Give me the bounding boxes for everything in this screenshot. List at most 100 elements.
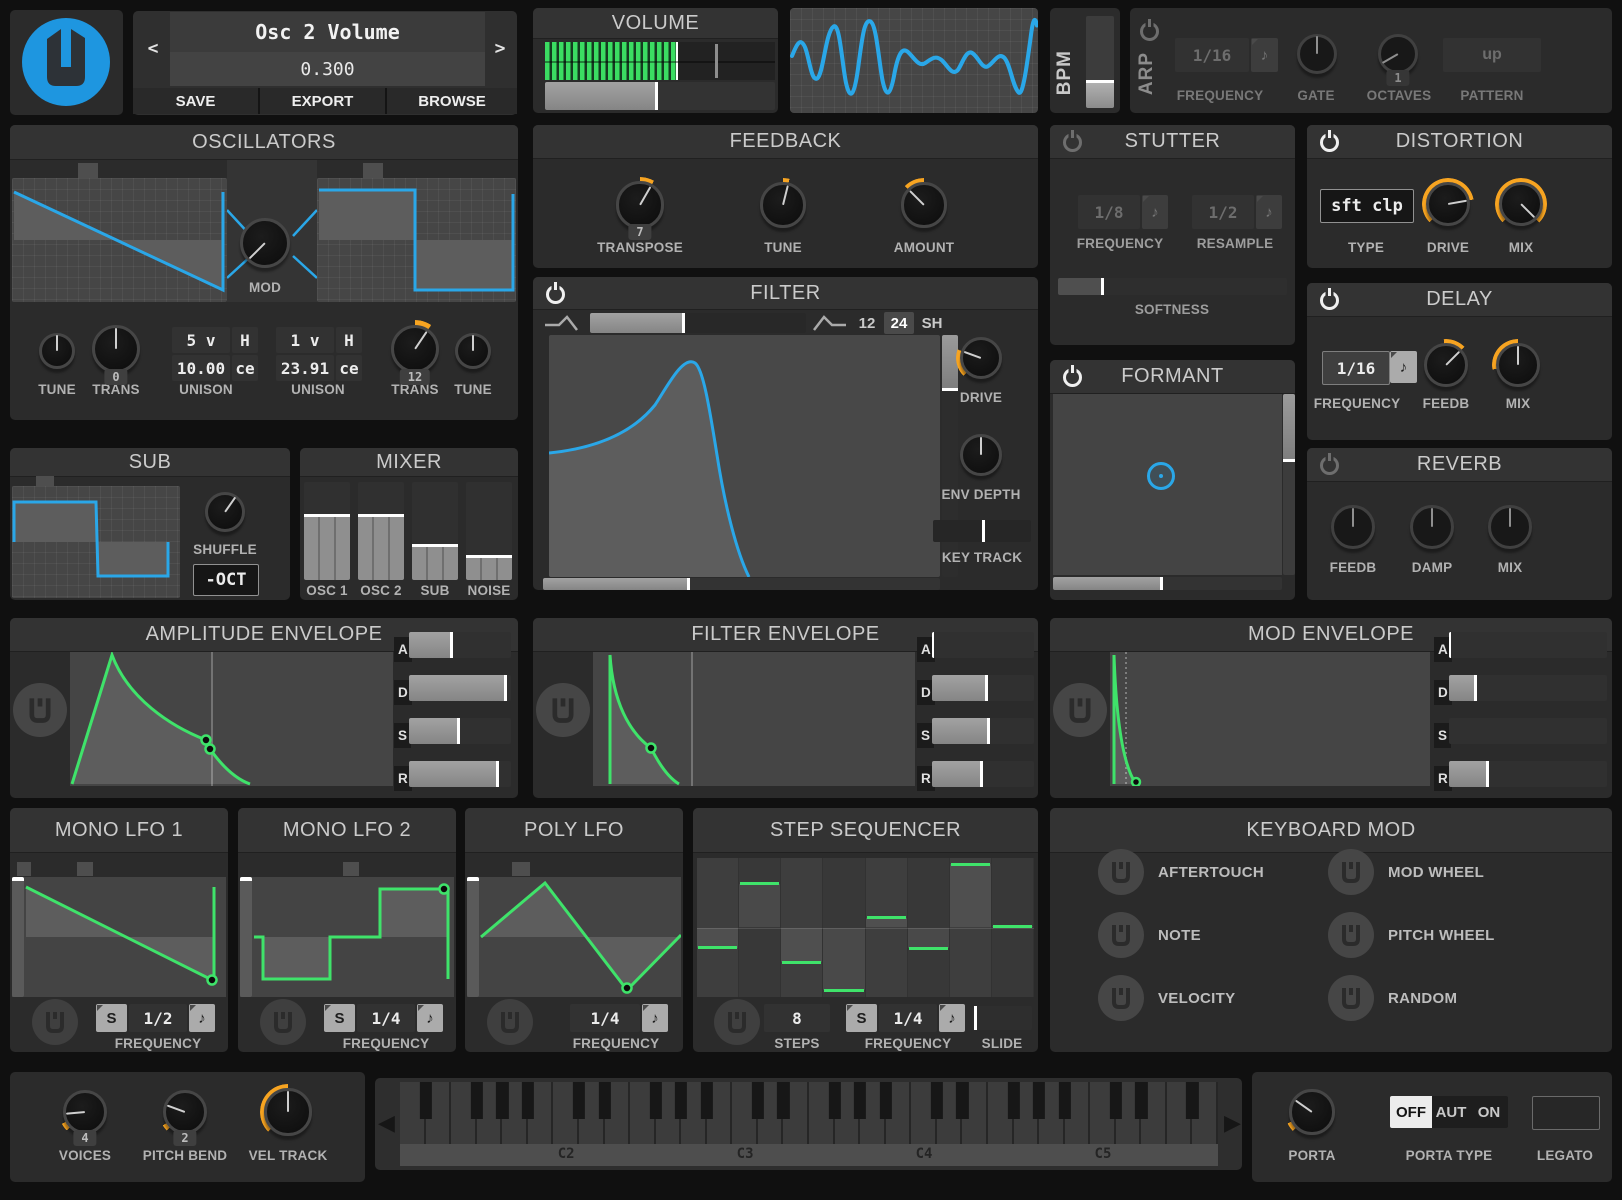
patch-prev-button[interactable]: < — [138, 28, 168, 68]
osc2-unison-voices[interactable]: 1 v — [276, 327, 334, 353]
arp-power-button[interactable] — [1140, 19, 1159, 41]
white-key[interactable] — [604, 1082, 631, 1144]
filter-env-release-slider[interactable] — [932, 761, 1034, 787]
osc1-harmonize-button[interactable]: H — [232, 327, 258, 353]
white-key[interactable] — [553, 1082, 579, 1144]
white-key[interactable] — [1090, 1082, 1116, 1144]
osc1-wave-display[interactable] — [12, 178, 227, 302]
arp-gate-knob[interactable] — [1293, 30, 1341, 78]
seq-step-7[interactable] — [949, 858, 992, 997]
lfo2-note-icon[interactable]: ♪ — [417, 1004, 443, 1032]
white-key[interactable] — [809, 1082, 835, 1144]
lfo1-mod-button[interactable] — [32, 999, 78, 1045]
white-key[interactable] — [706, 1082, 733, 1144]
amp-env-mod-button[interactable] — [13, 683, 67, 737]
filter-12db-button[interactable]: 12 — [853, 312, 881, 334]
white-key[interactable] — [757, 1082, 784, 1144]
white-key[interactable] — [860, 1082, 886, 1144]
porta-type-selector[interactable]: OFF AUT ON — [1390, 1096, 1508, 1128]
white-key[interactable] — [502, 1082, 528, 1144]
filter-key-track-slider[interactable] — [933, 520, 1031, 542]
formant-x-slider[interactable] — [1053, 577, 1282, 590]
osc1-phase-handle[interactable] — [78, 163, 98, 178]
seq-step-6[interactable] — [907, 858, 950, 997]
step-sequencer-note-icon[interactable]: ♪ — [939, 1004, 965, 1032]
white-key[interactable] — [732, 1082, 758, 1144]
keyboard-scroll-right-icon[interactable]: ▶ — [1224, 1110, 1241, 1136]
seq-step-4[interactable] — [823, 858, 866, 997]
osc1-unison-detune[interactable]: 10.00 — [172, 355, 230, 381]
lfo1-amplitude-slider[interactable] — [12, 877, 24, 997]
filter-power-button[interactable] — [546, 282, 565, 304]
mixer-osc1-slider[interactable] — [304, 482, 350, 580]
reverb-mix-knob[interactable] — [1484, 501, 1536, 553]
filter-cutoff-slider[interactable] — [543, 578, 940, 590]
stutter-resample-value[interactable]: 1/2 — [1192, 195, 1254, 229]
mod-wheel-mod-button[interactable] — [1328, 849, 1374, 895]
filter-24db-button[interactable]: 24 — [884, 312, 914, 334]
osc-mod-knob[interactable] — [235, 213, 295, 273]
lfo2-mod-button[interactable] — [260, 999, 306, 1045]
white-key[interactable] — [936, 1082, 963, 1144]
lfo1-sync-button[interactable]: S — [96, 1004, 127, 1032]
stutter-resample-note-icon[interactable]: ♪ — [1256, 195, 1282, 229]
sub-wave-display[interactable] — [12, 486, 180, 598]
white-key[interactable] — [527, 1082, 554, 1144]
step-sequencer-mod-button[interactable] — [714, 999, 760, 1045]
step-sequencer-steps-value[interactable]: 8 — [764, 1004, 830, 1032]
note-mod-button[interactable] — [1098, 912, 1144, 958]
mixer-noise-slider[interactable] — [466, 482, 512, 580]
step-sequencer-slide-slider[interactable] — [972, 1006, 1032, 1030]
white-key[interactable] — [885, 1082, 912, 1144]
arp-frequency-note-icon[interactable]: ♪ — [1251, 38, 1278, 72]
white-key[interactable] — [425, 1082, 452, 1144]
reverb-feedback-knob[interactable] — [1327, 501, 1379, 553]
mixer-osc2-slider[interactable] — [358, 482, 404, 580]
distortion-power-button[interactable] — [1320, 130, 1339, 152]
osc1-unison-voices[interactable]: 5 v — [172, 327, 230, 353]
seq-step-1[interactable] — [697, 858, 740, 997]
browse-button[interactable]: BROWSE — [387, 88, 517, 114]
formant-xy-handle[interactable] — [1147, 462, 1175, 490]
patch-next-button[interactable]: > — [486, 28, 514, 68]
white-key[interactable] — [578, 1082, 605, 1144]
seq-step-2[interactable] — [739, 858, 782, 997]
osc1-tune-knob[interactable] — [35, 329, 79, 373]
white-key[interactable] — [834, 1082, 861, 1144]
bpm-slider[interactable] — [1086, 16, 1114, 108]
osc2-tune-knob[interactable] — [451, 329, 495, 373]
osc2-phase-handle[interactable] — [363, 163, 383, 178]
white-key[interactable] — [451, 1082, 477, 1144]
amp-env-attack-slider[interactable] — [409, 632, 511, 658]
lfo1-wave-display[interactable] — [12, 877, 226, 997]
velocity-mod-button[interactable] — [1098, 975, 1144, 1021]
white-key[interactable] — [987, 1082, 1014, 1144]
osc2-unison-detune[interactable]: 23.91 — [276, 355, 334, 381]
white-key[interactable] — [655, 1082, 682, 1144]
formant-y-slider[interactable] — [1283, 394, 1295, 575]
stutter-power-button[interactable] — [1063, 130, 1082, 152]
porta-type-aut[interactable]: AUT — [1432, 1096, 1470, 1128]
poly-lfo-amplitude-slider[interactable] — [467, 877, 479, 997]
mod-env-display[interactable] — [1110, 652, 1430, 786]
vel-track-knob[interactable] — [260, 1084, 316, 1140]
lfo1-frequency-value[interactable]: 1/2 — [129, 1004, 187, 1032]
filter-env-mod-button[interactable] — [536, 683, 590, 737]
amp-env-decay-slider[interactable] — [409, 675, 511, 701]
filter-env-display[interactable] — [593, 652, 915, 786]
white-key[interactable] — [1039, 1082, 1065, 1144]
white-key[interactable] — [1064, 1082, 1091, 1144]
volume-slider[interactable] — [545, 82, 775, 110]
distortion-drive-knob[interactable] — [1422, 178, 1474, 230]
lfo2-sync-button[interactable]: S — [324, 1004, 355, 1032]
lfo2-wave-display[interactable] — [240, 877, 454, 997]
poly-lfo-wave-display[interactable] — [467, 877, 681, 997]
osc2-wave-display[interactable] — [317, 178, 516, 302]
filter-env-decay-slider[interactable] — [932, 675, 1034, 701]
delay-power-button[interactable] — [1320, 288, 1339, 310]
keyboard-scroll-left-icon[interactable]: ◀ — [378, 1110, 395, 1136]
lfo2-frequency-value[interactable]: 1/4 — [357, 1004, 415, 1032]
keyboard-keys[interactable] — [400, 1082, 1218, 1144]
formant-power-button[interactable] — [1063, 365, 1082, 387]
filter-drive-knob[interactable] — [956, 333, 1006, 383]
